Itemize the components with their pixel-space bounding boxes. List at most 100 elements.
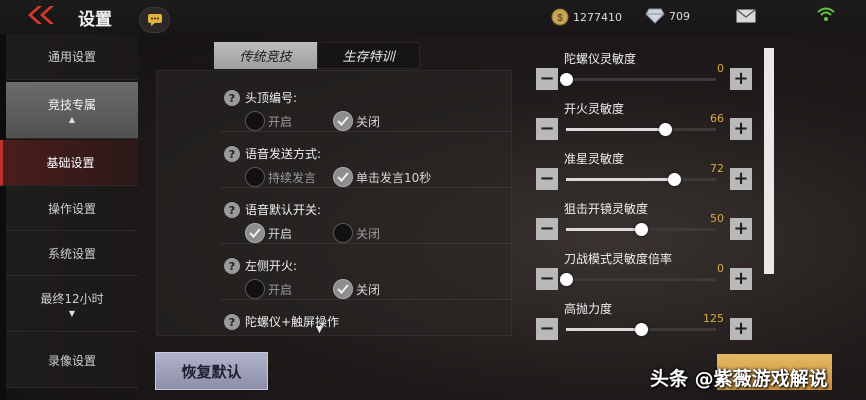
help-icon[interactable]: ? xyxy=(224,202,240,218)
watermark: 头条 @紫薇游戏解说 xyxy=(650,368,828,390)
sidebar-item-last-12-hours[interactable]: 最终12小时 ▼ xyxy=(6,276,138,332)
help-icon[interactable]: ? xyxy=(224,314,240,330)
help-icon[interactable]: ? xyxy=(224,90,240,106)
option-label: 关闭 xyxy=(356,282,381,297)
sidebar-item-basic[interactable]: 基础设置 xyxy=(0,140,138,186)
coin-count: 1277410 xyxy=(573,10,622,24)
slider-track[interactable] xyxy=(566,223,716,236)
sensitivity-slider: 开火灵敏度 66 − + xyxy=(536,100,752,150)
sensitivity-slider: 刀战模式灵敏度倍率 0 − + xyxy=(536,250,752,300)
plus-icon[interactable]: + xyxy=(730,168,752,190)
plus-icon[interactable]: + xyxy=(730,268,752,290)
sidebar-item-replay[interactable]: 录像设置 xyxy=(6,333,138,388)
slider-label: 刀战模式灵敏度倍率 xyxy=(564,252,673,266)
slider-thumb[interactable] xyxy=(659,123,672,136)
checkmark-icon[interactable] xyxy=(333,167,353,187)
tab-classic[interactable]: 传统竞技 xyxy=(214,42,317,69)
chat-bubble-icon xyxy=(147,14,162,26)
slider-track[interactable] xyxy=(560,273,716,286)
plus-icon[interactable]: + xyxy=(730,68,752,90)
page-title: 设置 xyxy=(78,10,112,30)
option-label: 单击发言10秒 xyxy=(356,170,432,185)
option-on[interactable]: 开启 xyxy=(245,223,292,243)
radio-icon[interactable] xyxy=(245,279,265,299)
slider-track[interactable] xyxy=(566,173,716,186)
slider-value: 0 xyxy=(717,262,724,275)
slider-thumb[interactable] xyxy=(560,73,573,86)
scroll-down-icon: ▼ xyxy=(316,325,323,335)
option-continuous[interactable]: 持续发言 xyxy=(245,167,316,187)
option-off[interactable]: 关闭 xyxy=(333,111,380,131)
setting-label: 左侧开火: xyxy=(245,259,298,273)
sidebar-item-label: 操作设置 xyxy=(47,201,96,216)
sidebar-item-label: 最终12小时 xyxy=(40,291,104,306)
slider-track[interactable] xyxy=(560,73,716,86)
slider-label: 陀螺仪灵敏度 xyxy=(564,52,637,66)
diamond-icon xyxy=(645,8,665,24)
setting-label: 头顶编号: xyxy=(245,91,298,105)
checkmark-icon[interactable] xyxy=(245,223,265,243)
radio-icon[interactable] xyxy=(333,223,353,243)
sidebar: 通用设置 竞技专属 ▲ 基础设置 操作设置 系统设置 最终12小时 ▼ 录像设置 xyxy=(0,34,138,400)
option-tap-10s[interactable]: 单击发言10秒 xyxy=(333,167,431,187)
slider-value: 72 xyxy=(710,162,724,175)
sidebar-item-controls[interactable]: 操作设置 xyxy=(6,186,138,231)
sidebar-item-label: 通用设置 xyxy=(47,50,96,64)
setting-voice-default: ? 语音默认开关: 开启 关闭 xyxy=(220,190,512,244)
checkmark-icon[interactable] xyxy=(333,111,353,131)
sensitivity-slider: 狙击开镜灵敏度 50 − + xyxy=(536,200,752,250)
setting-voice-send-mode: ? 语音发送方式: 持续发言 单击发言10秒 xyxy=(220,134,512,188)
scrollbar[interactable] xyxy=(764,48,774,274)
sidebar-item-general[interactable]: 通用设置 xyxy=(6,34,138,80)
slider-thumb[interactable] xyxy=(635,223,648,236)
sensitivity-slider: 准星灵敏度 72 − + xyxy=(536,150,752,200)
tab-survival-training[interactable]: 生存特训 xyxy=(317,42,420,69)
minus-icon[interactable]: − xyxy=(536,168,558,190)
slider-label: 高抛力度 xyxy=(564,302,613,316)
setting-left-fire: ? 左侧开火: 开启 关闭 xyxy=(220,246,512,300)
sidebar-item-system[interactable]: 系统设置 xyxy=(6,231,138,276)
option-off[interactable]: 关闭 xyxy=(333,223,380,243)
restore-default-button[interactable]: 恢复默认 xyxy=(155,352,268,390)
plus-icon[interactable]: + xyxy=(730,218,752,240)
option-label: 关闭 xyxy=(356,226,381,241)
minus-icon[interactable]: − xyxy=(536,268,558,290)
svg-text:$: $ xyxy=(557,13,563,24)
sidebar-item-competitive[interactable]: 竞技专属 ▲ xyxy=(6,82,138,139)
caret-up-icon: ▲ xyxy=(68,115,76,124)
help-icon[interactable]: ? xyxy=(224,146,240,162)
minus-icon[interactable]: − xyxy=(536,68,558,90)
mail-icon[interactable] xyxy=(736,9,756,23)
radio-icon[interactable] xyxy=(245,167,265,187)
coin-balance: $ 1277410 xyxy=(551,8,622,26)
setting-overhead-number: ? 头顶编号: 开启 关闭 xyxy=(220,78,512,132)
slider-track[interactable] xyxy=(566,323,716,336)
chat-button[interactable] xyxy=(139,7,170,33)
slider-thumb[interactable] xyxy=(635,323,648,336)
plus-icon[interactable]: + xyxy=(730,318,752,340)
option-on[interactable]: 开启 xyxy=(245,111,292,131)
sensitivity-slider: 陀螺仪灵敏度 0 − + xyxy=(536,50,752,100)
sensitivity-slider: 高抛力度 125 − + xyxy=(536,300,752,350)
help-icon[interactable]: ? xyxy=(224,258,240,274)
slider-track[interactable] xyxy=(566,123,716,136)
option-off[interactable]: 关闭 xyxy=(333,279,380,299)
radio-icon[interactable] xyxy=(245,111,265,131)
setting-gyro-touch: ? 陀螺仪+触屏操作 xyxy=(220,302,512,336)
diamond-count: 709 xyxy=(669,9,690,23)
option-label: 开启 xyxy=(268,282,293,297)
wifi-icon xyxy=(817,7,835,21)
minus-icon[interactable]: − xyxy=(536,318,558,340)
minus-icon[interactable]: − xyxy=(536,218,558,240)
top-bar: 设置 $ 1277410 709 xyxy=(0,0,866,34)
minus-icon[interactable]: − xyxy=(536,118,558,140)
slider-thumb[interactable] xyxy=(560,273,573,286)
back-icon[interactable] xyxy=(24,4,58,26)
caret-down-icon: ▼ xyxy=(68,308,76,318)
setting-label: 语音发送方式: xyxy=(245,147,322,161)
slider-thumb[interactable] xyxy=(668,173,681,186)
option-on[interactable]: 开启 xyxy=(245,279,292,299)
checkmark-icon[interactable] xyxy=(333,279,353,299)
slider-value: 50 xyxy=(710,212,724,225)
plus-icon[interactable]: + xyxy=(730,118,752,140)
